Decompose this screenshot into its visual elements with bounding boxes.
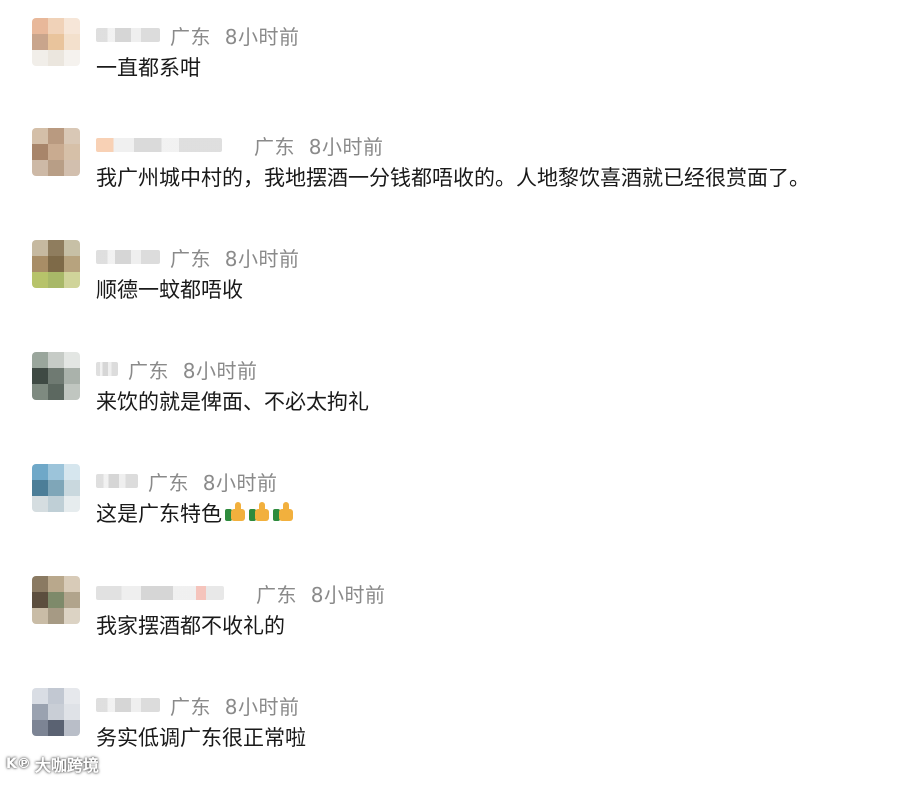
- comment-item: 广东 8小时前 我家摆酒都不收礼的: [0, 576, 900, 676]
- thumbs-up-icon: [272, 500, 294, 522]
- comment-time: 8小时前: [182, 358, 258, 383]
- comment-time: 8小时前: [202, 470, 278, 495]
- comment-item: 广东 8小时前 这是广东特色: [0, 464, 900, 564]
- comment-time: 8小时前: [224, 246, 300, 271]
- comment-text: 这是广东特色: [96, 502, 222, 526]
- comment-text: 我广州城中村的，我地摆酒一分钱都唔收的。人地黎饮喜酒就已经很赏面了。: [96, 166, 810, 190]
- comment-time: 8小时前: [308, 134, 384, 159]
- thumbs-up-icon: [248, 500, 270, 522]
- comment-item: 广东 8小时前 务实低调广东很正常啦: [0, 688, 900, 788]
- comment-text: 务实低调广东很正常啦: [96, 726, 306, 750]
- comment-item: 广东 8小时前 我广州城中村的，我地摆酒一分钱都唔收的。人地黎饮喜酒就已经很赏面…: [0, 128, 900, 228]
- comment-item: 广东 8小时前 顺德一蚊都唔收: [0, 240, 900, 340]
- username[interactable]: [96, 250, 160, 264]
- username[interactable]: [96, 586, 224, 600]
- watermark-logo: K℗: [6, 756, 31, 772]
- comment-text: 一直都系咁: [96, 56, 201, 80]
- comment-text: 我家摆酒都不收礼的: [96, 614, 285, 638]
- comment-time: 8小时前: [224, 24, 300, 49]
- comment-item: 广东 8小时前 来饮的就是俾面、不必太拘礼: [0, 352, 900, 452]
- comment-text: 顺德一蚊都唔收: [96, 278, 243, 302]
- username[interactable]: [96, 362, 118, 376]
- comment-location: 广东: [148, 470, 189, 495]
- comment-content: 这是广东特色: [96, 498, 294, 528]
- avatar[interactable]: [32, 352, 80, 400]
- username[interactable]: [96, 474, 138, 488]
- avatar[interactable]: [32, 576, 80, 624]
- comment-item: 广东 8小时前 一直都系咁: [0, 18, 900, 118]
- comment-location: 广东: [256, 582, 297, 607]
- comment-time: 8小时前: [224, 694, 300, 719]
- comment-time: 8小时前: [310, 582, 386, 607]
- thumbs-up-icon: [224, 500, 246, 522]
- avatar[interactable]: [32, 688, 80, 736]
- comment-location: 广东: [128, 358, 169, 383]
- avatar[interactable]: [32, 240, 80, 288]
- comment-text: 来饮的就是俾面、不必太拘礼: [96, 390, 369, 414]
- comment-location: 广东: [170, 246, 211, 271]
- comment-location: 广东: [170, 694, 211, 719]
- username[interactable]: [96, 698, 160, 712]
- avatar[interactable]: [32, 18, 80, 66]
- watermark-text: 大咖跨境: [34, 756, 99, 775]
- avatar[interactable]: [32, 464, 80, 512]
- comment-location: 广东: [170, 24, 211, 49]
- comment-location: 广东: [254, 134, 295, 159]
- avatar[interactable]: [32, 128, 80, 176]
- username[interactable]: [96, 28, 160, 42]
- username[interactable]: [96, 138, 222, 152]
- thumbs-up-group: [222, 500, 294, 527]
- watermark: K℗ 大咖跨境: [6, 752, 99, 776]
